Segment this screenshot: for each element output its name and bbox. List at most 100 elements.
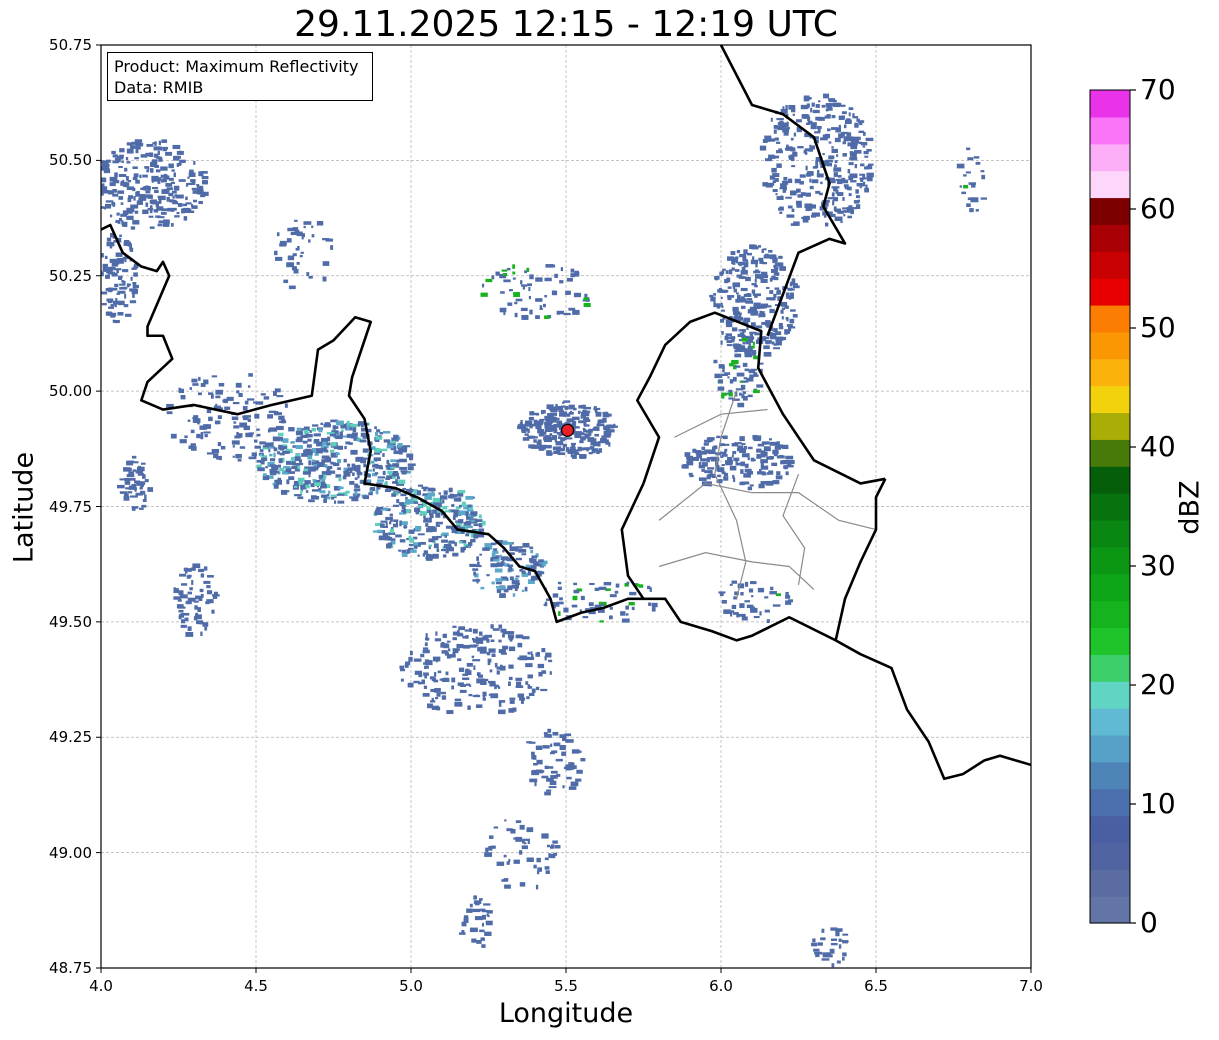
echo-cell — [536, 759, 543, 765]
echo-cell — [737, 402, 745, 408]
echo-cell — [773, 343, 778, 346]
echo-cell — [200, 631, 203, 637]
echo-cell — [350, 436, 357, 439]
echo-cell — [512, 277, 516, 280]
echo-cell — [382, 470, 386, 476]
echo-cell — [803, 150, 807, 154]
echo-cell — [559, 280, 564, 284]
echo-cell — [545, 264, 554, 268]
echo-cell — [423, 488, 427, 492]
echo-cell — [333, 500, 337, 504]
echo-cell — [527, 651, 531, 655]
echo-cell — [184, 435, 188, 439]
echo-cell — [824, 115, 831, 119]
echo-cell — [375, 458, 378, 462]
echo-cell — [239, 422, 248, 428]
echo-cell — [509, 699, 515, 704]
echo-cell — [349, 423, 358, 427]
echo-cell — [815, 190, 821, 194]
echo-cell — [583, 297, 588, 301]
echo-cell — [320, 422, 324, 426]
echo-cell — [406, 549, 411, 554]
echo-cell — [248, 432, 255, 435]
echo-cell — [187, 419, 191, 422]
echo-cell — [826, 128, 831, 132]
echo-cell — [595, 411, 602, 417]
echo-cell — [498, 702, 502, 707]
echo-cell — [335, 420, 344, 426]
echo-cell — [749, 484, 754, 487]
echo-cell — [236, 390, 240, 394]
echo-cell — [114, 172, 118, 178]
echo-cell — [506, 267, 511, 271]
echo-cell — [787, 178, 793, 184]
echo-cell — [552, 593, 559, 598]
echo-cell — [140, 197, 146, 201]
echo-cell — [731, 327, 738, 332]
country-border — [620, 482, 645, 600]
echo-cell — [846, 206, 854, 212]
echo-cell — [626, 581, 630, 585]
echo-cell — [776, 289, 781, 295]
echo-cell — [824, 222, 829, 227]
echo-cell — [778, 326, 784, 330]
echo-cell — [552, 731, 559, 736]
echo-cell — [741, 337, 748, 342]
echo-cell — [980, 170, 985, 173]
echo-cell — [429, 700, 436, 703]
echo-cell — [136, 200, 143, 205]
echo-cell — [294, 219, 298, 222]
echo-cell — [459, 689, 467, 693]
echo-cell — [276, 395, 284, 398]
echo-cell — [282, 438, 289, 443]
echo-cell — [784, 465, 788, 470]
echo-cell — [836, 154, 839, 157]
echo-cell — [848, 193, 852, 197]
echo-cell — [423, 662, 428, 665]
echo-cell — [187, 182, 192, 186]
echo-cell — [306, 272, 310, 277]
echo-cell — [508, 289, 513, 292]
echo-cell — [795, 119, 802, 123]
echo-cell — [864, 187, 870, 193]
echo-cell — [458, 541, 463, 544]
echo-cell — [513, 292, 520, 298]
echo-cell — [402, 445, 411, 448]
echo-cell — [527, 839, 530, 844]
echo-cell — [774, 137, 779, 141]
echo-cell — [475, 694, 479, 698]
echo-cell — [121, 160, 125, 163]
echo-cell — [508, 676, 513, 681]
echo-cell — [191, 378, 198, 383]
echo-cell — [796, 203, 802, 208]
echo-cell — [164, 208, 169, 211]
echo-cell — [734, 365, 741, 368]
echo-cell — [462, 677, 470, 680]
echo-cell — [299, 254, 303, 258]
echo-cell — [156, 155, 160, 160]
echo-cell — [751, 289, 756, 294]
echo-cell — [323, 474, 327, 479]
echo-cell — [746, 293, 751, 297]
echo-cell — [166, 196, 170, 202]
echo-cell — [295, 430, 303, 436]
echo-cell — [719, 593, 724, 597]
echo-cell — [429, 515, 434, 519]
echo-cell — [448, 487, 453, 493]
echo-cell — [571, 749, 580, 754]
echo-cell — [778, 322, 783, 327]
echo-cell — [823, 214, 827, 218]
echo-cell — [787, 287, 793, 291]
echo-cell — [384, 488, 392, 493]
echo-cell — [326, 493, 330, 497]
echo-cell — [486, 651, 491, 656]
echo-cell — [570, 781, 579, 787]
echo-cell — [170, 207, 177, 211]
echo-cell — [864, 155, 869, 158]
echo-cell — [583, 424, 590, 427]
echo-cell — [710, 296, 716, 302]
echo-cell — [192, 416, 197, 420]
echo-cell — [170, 181, 175, 185]
echo-cell — [527, 571, 531, 576]
echo-cell — [112, 180, 120, 184]
